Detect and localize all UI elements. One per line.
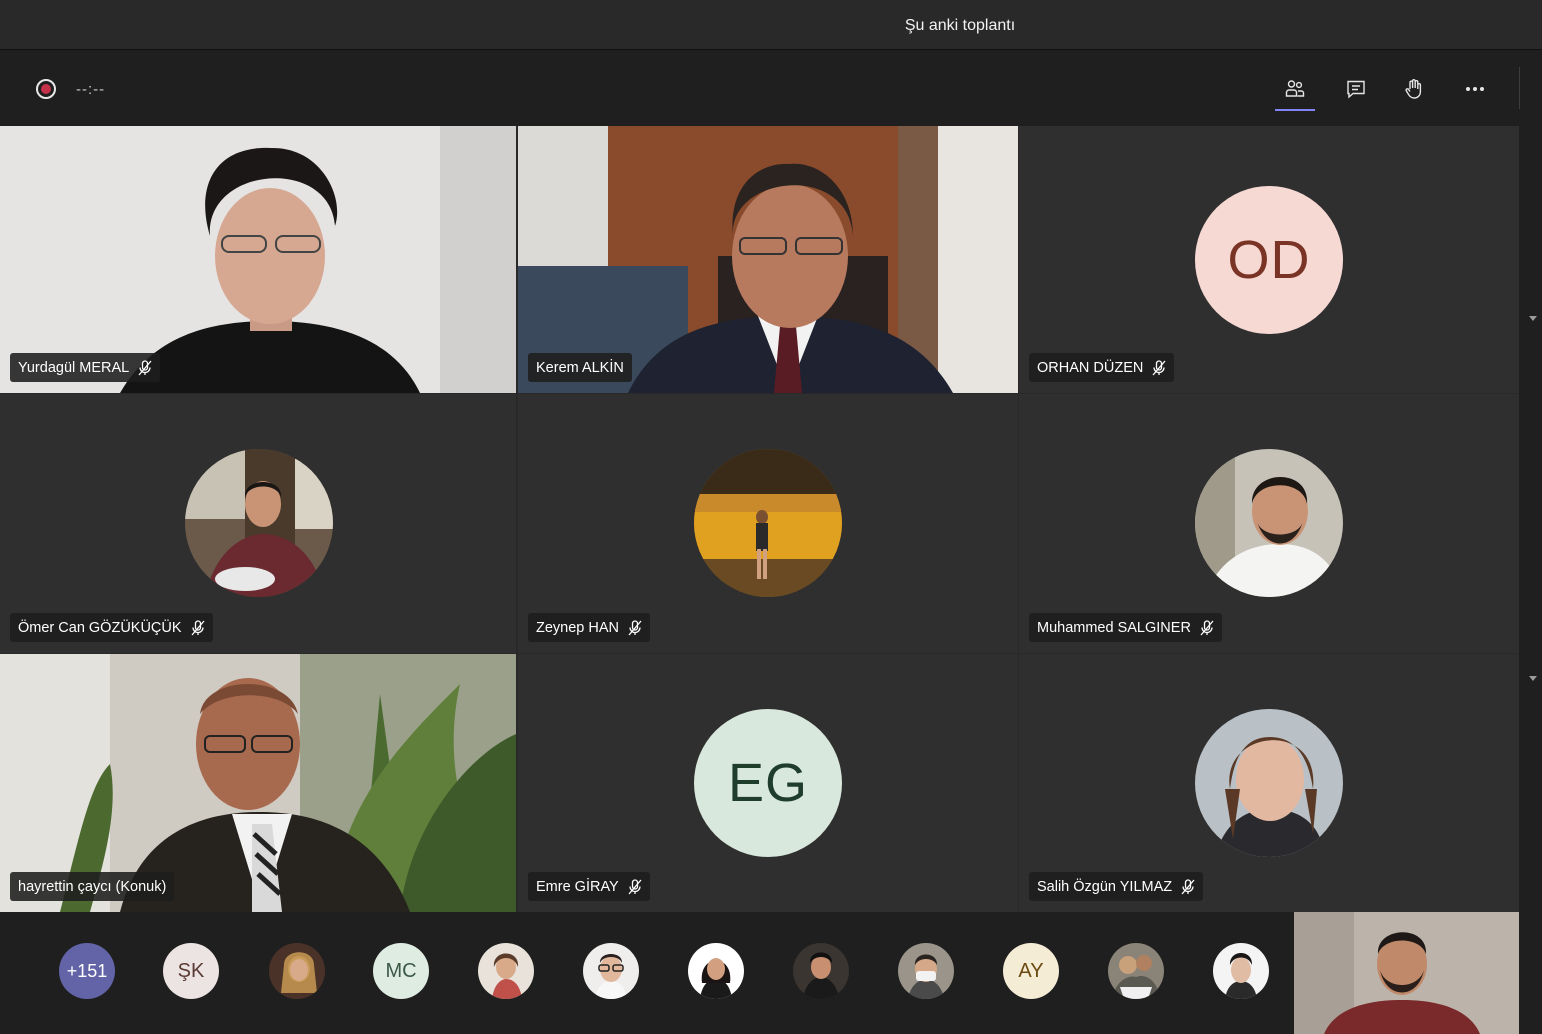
participant-name: Emre GİRAY: [536, 878, 619, 895]
more-options-icon: [1466, 87, 1484, 91]
more-participants-button[interactable]: +151: [59, 943, 115, 999]
roster-initials-avatar[interactable]: MC: [373, 943, 429, 999]
participant-name-tag: ORHAN DÜZEN: [1029, 353, 1175, 382]
meeting-timer: --:--: [76, 81, 106, 98]
participant-tile[interactable]: Kerem ALKİN: [518, 126, 1018, 393]
participant-initials-avatar: EG: [694, 709, 842, 857]
scroll-down-icon[interactable]: [1529, 676, 1537, 681]
toolbar-divider: [1519, 67, 1520, 109]
participant-tile[interactable]: Ömer Can GÖZÜKÜÇÜK: [0, 394, 516, 653]
participant-name-tag: Ömer Can GÖZÜKÜÇÜK: [10, 613, 213, 642]
participant-name-tag: Zeynep HAN: [528, 613, 651, 642]
roster-photo-avatar[interactable]: [478, 943, 534, 999]
participant-name-tag: Salih Özgün YILMAZ: [1029, 872, 1204, 901]
participant-roster-strip: +151 ŞK MC AY: [0, 912, 1294, 1034]
participant-name-tag: hayrettin çaycı (Konuk): [10, 872, 175, 901]
title-bar: Şu anki toplantı: [0, 0, 1542, 50]
participant-tile[interactable]: OD ORHAN DÜZEN: [1019, 126, 1519, 393]
roster-photo-avatar[interactable]: [269, 943, 325, 999]
mic-muted-icon: [191, 619, 205, 635]
participant-name: hayrettin çaycı (Konuk): [18, 878, 167, 895]
show-participants-button[interactable]: [1275, 69, 1315, 111]
participant-initials-avatar: OD: [1195, 186, 1343, 334]
participant-tile[interactable]: Yurdagül MERAL: [0, 126, 516, 393]
participant-photo-avatar: [1195, 709, 1343, 857]
meeting-toolbar: --:--: [0, 51, 1542, 125]
mic-muted-icon: [1181, 878, 1195, 894]
participant-photo-avatar: [185, 449, 333, 597]
more-actions-button[interactable]: [1455, 69, 1495, 109]
mic-muted-icon: [628, 878, 642, 894]
meeting-title: Şu anki toplantı: [904, 17, 1016, 34]
roster-initials-avatar[interactable]: AY: [1003, 943, 1059, 999]
participant-name-tag: Kerem ALKİN: [528, 353, 632, 382]
raise-hand-icon: [1405, 79, 1422, 99]
roster-photo-avatar[interactable]: [793, 943, 849, 999]
roster-photo-avatar[interactable]: [688, 943, 744, 999]
participant-name: ORHAN DÜZEN: [1037, 359, 1144, 376]
self-video-preview: [1294, 912, 1519, 1034]
show-chat-button[interactable]: [1336, 69, 1376, 109]
participant-name: Zeynep HAN: [536, 619, 620, 636]
mic-muted-icon: [628, 619, 642, 635]
roster-photo-avatar[interactable]: [1213, 943, 1269, 999]
recording-icon: [36, 79, 56, 99]
roster-initials-avatar[interactable]: ŞK: [163, 943, 219, 999]
participant-name-tag: Emre GİRAY: [528, 872, 650, 901]
participant-name: Muhammed SALGINER: [1037, 619, 1191, 636]
mic-muted-icon: [138, 359, 152, 375]
participant-name: Ömer Can GÖZÜKÜÇÜK: [18, 619, 182, 636]
participant-tile[interactable]: EG Emre GİRAY: [518, 654, 1018, 912]
mic-muted-icon: [1200, 619, 1214, 635]
participant-name-tag: Muhammed SALGINER: [1029, 613, 1222, 642]
video-grid: Yurdagül MERAL Kerem ALKİN OD ORHAN DÜZE…: [0, 126, 1519, 912]
roster-photo-avatar[interactable]: [583, 943, 639, 999]
participant-tile[interactable]: Muhammed SALGINER: [1019, 394, 1519, 653]
participant-name: Yurdagül MERAL: [18, 359, 130, 376]
participant-photo-avatar: [1195, 449, 1343, 597]
roster-photo-avatar[interactable]: [1108, 943, 1164, 999]
participants-icon: [1285, 80, 1305, 97]
participant-tile[interactable]: Salih Özgün YILMAZ: [1019, 654, 1519, 912]
participant-tile[interactable]: Zeynep HAN: [518, 394, 1018, 653]
participant-name-tag: Yurdagül MERAL: [10, 353, 161, 382]
chat-icon: [1347, 80, 1365, 99]
participant-name: Kerem ALKİN: [536, 359, 624, 376]
participant-tile[interactable]: hayrettin çaycı (Konuk): [0, 654, 516, 912]
participant-name: Salih Özgün YILMAZ: [1037, 878, 1173, 895]
raise-hand-button[interactable]: [1394, 69, 1434, 109]
participant-photo-avatar: [694, 449, 842, 597]
mic-muted-icon: [1152, 359, 1166, 375]
scroll-down-icon[interactable]: [1529, 316, 1537, 321]
meeting-window: Şu anki toplantı --:-- Yurdagül MERAL Ke…: [0, 0, 1542, 1034]
roster-photo-avatar[interactable]: [898, 943, 954, 999]
grid-scrollbar[interactable]: [1519, 126, 1542, 912]
